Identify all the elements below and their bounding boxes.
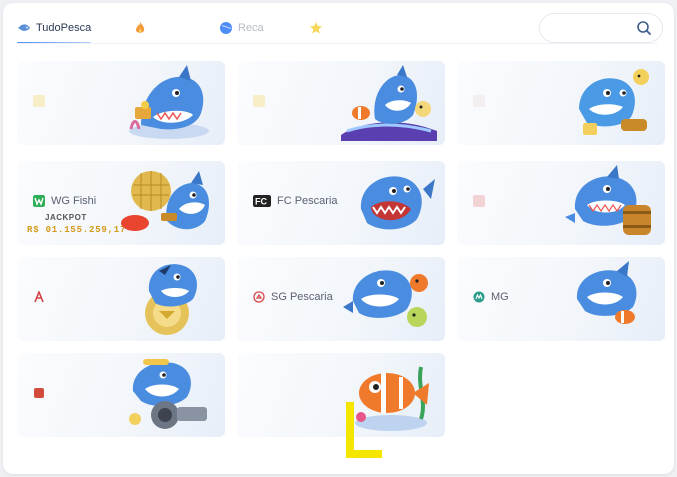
search-icon[interactable]: [636, 20, 652, 36]
game-card[interactable]: [17, 353, 225, 437]
shark-pufferfish-icon: [343, 270, 428, 327]
globe-icon: [220, 22, 232, 34]
provider-logo-icon: [34, 388, 44, 398]
game-title: [473, 95, 491, 107]
tab-label: Reca: [238, 22, 264, 34]
fire-icon: [135, 22, 145, 33]
game-title-text: WG Fishi: [51, 195, 97, 207]
game-title: [253, 95, 271, 107]
game-card[interactable]: [237, 61, 445, 145]
wg-logo-icon: [33, 195, 45, 207]
game-title: [33, 291, 51, 303]
search-box[interactable]: [539, 13, 663, 43]
shark-chip-icon: [145, 264, 197, 335]
provider-logo-icon: [473, 95, 485, 107]
game-title: [473, 195, 491, 207]
star-icon: [310, 22, 322, 34]
game-title: WG Fishi: [33, 195, 96, 207]
shark-barrel-icon: [565, 165, 651, 235]
shark-pufferfish-icon: [579, 69, 649, 135]
tab-recent[interactable]: Reca: [219, 15, 264, 41]
shark-disco-icon: [121, 171, 209, 231]
game-panel: TudoPesca Reca WG Fishi JACKPOT R$ 01.15…: [3, 3, 674, 474]
search-input[interactable]: [540, 22, 636, 34]
mg-logo-icon: [473, 291, 485, 303]
tab-hot[interactable]: [133, 15, 152, 41]
sg-logo-icon: [253, 291, 265, 303]
overlay-marker: [346, 402, 382, 458]
shark-fish-icon: [576, 261, 637, 324]
game-title-text: SG Pescaria: [271, 291, 333, 303]
jackpot-amount: R$ 01.155.259,17: [27, 225, 127, 235]
jackpot-label: JACKPOT: [45, 213, 87, 222]
game-card[interactable]: MG: [457, 257, 665, 341]
provider-logo-icon: [473, 195, 485, 207]
game-title: SG Pescaria: [253, 291, 333, 303]
game-card[interactable]: WG Fishi JACKPOT R$ 01.155.259,17: [17, 161, 225, 245]
game-card[interactable]: [17, 257, 225, 341]
shark-treasure-icon: [129, 65, 209, 139]
svg-text:FC: FC: [255, 197, 267, 207]
fish-icon: [18, 24, 30, 31]
shark-jaws-icon: [360, 176, 435, 230]
game-title: [33, 387, 51, 399]
game-card[interactable]: SG Pescaria: [237, 257, 445, 341]
tab-label: TudoPesca: [36, 22, 92, 34]
game-title: MG: [473, 291, 509, 303]
game-title-text: FC Pescaria: [277, 195, 338, 207]
tab-divider: [17, 43, 657, 44]
game-card[interactable]: FC FC Pescaria: [237, 161, 445, 245]
fc-logo-icon: FC: [253, 195, 271, 207]
game-title: FC FC Pescaria: [253, 195, 338, 207]
provider-logo-icon: [34, 291, 44, 303]
shark-cannon-icon: [129, 359, 207, 429]
game-card[interactable]: [17, 61, 225, 145]
game-title-text: MG: [491, 291, 509, 303]
overlay-marker-foot: [346, 450, 382, 458]
tab-tudopesca[interactable]: TudoPesca: [17, 15, 92, 44]
shark-surf-icon: [341, 65, 437, 141]
game-card[interactable]: [237, 353, 445, 437]
game-card[interactable]: [457, 61, 665, 145]
provider-logo-icon: [253, 95, 265, 107]
game-title: [33, 95, 51, 107]
game-card[interactable]: [457, 161, 665, 245]
provider-logo-icon: [33, 95, 45, 107]
tab-favorites[interactable]: [309, 15, 328, 41]
